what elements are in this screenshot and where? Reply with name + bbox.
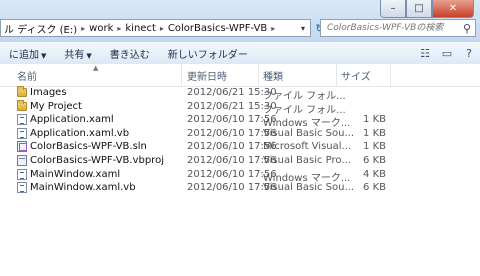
- file-row[interactable]: My Project 2012/06/21 15:30 ファイル フォル...: [0, 99, 480, 116]
- file-name: ColorBasics-WPF-VB.vbproj: [30, 154, 164, 166]
- folder-icon: [17, 99, 27, 111]
- column-divider[interactable]: [258, 64, 259, 86]
- command-bar: に追加 ▼ 共有 ▼ 書き込む 新しいフォルダー ☷ ▭ ?: [0, 42, 480, 65]
- column-divider[interactable]: [336, 64, 337, 86]
- share-label: 共有: [64, 49, 85, 61]
- file-row[interactable]: MainWindow.xaml 2012/06/10 17:56 Windows マ…: [0, 168, 480, 184]
- file-size: 4 KB: [363, 168, 386, 180]
- file-size: 1 KB: [363, 141, 386, 153]
- breadcrumb: ル ディスク (E:) ▸ work ▸ kinect ▸ ColorBasic…: [1, 21, 296, 36]
- view-controls: ☷ ▭ ?: [414, 42, 480, 64]
- add-to-library-button[interactable]: に追加 ▼: [0, 46, 55, 61]
- column-date[interactable]: 更新日時: [187, 68, 227, 83]
- breadcrumb-drive[interactable]: ル ディスク (E:): [1, 21, 80, 36]
- chevron-down-icon: ▼: [86, 51, 92, 60]
- document-icon: [17, 127, 27, 139]
- share-button[interactable]: 共有 ▼: [55, 46, 100, 61]
- file-size: 6 KB: [363, 154, 386, 166]
- document-icon: [17, 182, 27, 194]
- breadcrumb-work[interactable]: work: [86, 23, 116, 34]
- column-name[interactable]: 名前: [17, 68, 37, 83]
- column-divider[interactable]: [181, 64, 182, 86]
- add-to-library-label: に追加: [9, 49, 39, 61]
- file-type: Visual Basic Pro...: [263, 154, 351, 166]
- file-size: 1 KB: [363, 127, 386, 139]
- column-size[interactable]: サイズ: [341, 68, 371, 83]
- address-history-dropdown-icon[interactable]: ▾: [296, 24, 310, 33]
- search-input[interactable]: [321, 22, 459, 34]
- search-icon[interactable]: ⚲: [459, 22, 475, 35]
- file-size: 6 KB: [363, 182, 386, 194]
- file-name: Images: [30, 87, 67, 98]
- address-bar[interactable]: ル ディスク (E:) ▸ work ▸ kinect ▸ ColorBasic…: [0, 19, 311, 37]
- file-name: Application.xaml.vb: [30, 127, 130, 139]
- burn-button[interactable]: 書き込む: [101, 46, 159, 61]
- file-type: Microsoft Visual...: [263, 141, 352, 153]
- document-icon: [17, 114, 27, 126]
- chevron-right-icon[interactable]: ▸: [270, 24, 276, 33]
- window-controls: – □ ✕: [380, 0, 474, 18]
- file-name: My Project: [30, 100, 82, 112]
- file-row[interactable]: ColorBasics-WPF-VB.vbproj 2012/06/10 17:5…: [0, 154, 480, 168]
- file-name: MainWindow.xaml.vb: [30, 182, 136, 194]
- preview-pane-icon[interactable]: ▭: [436, 47, 458, 60]
- maximize-button[interactable]: □: [406, 0, 432, 18]
- breadcrumb-colorbasics[interactable]: ColorBasics-WPF-VB: [165, 23, 270, 34]
- search-box: ⚲: [320, 19, 476, 37]
- file-row[interactable]: ColorBasics-WPF-VB.sln 2012/06/10 17:56 Mi…: [0, 140, 480, 154]
- sort-ascending-icon: ▲: [93, 64, 99, 72]
- solution-file-icon: [17, 141, 27, 153]
- minimize-button[interactable]: –: [380, 0, 406, 18]
- close-button[interactable]: ✕: [432, 0, 474, 18]
- document-icon: [17, 168, 27, 180]
- help-icon[interactable]: ?: [458, 47, 480, 60]
- chevron-down-icon: ▼: [41, 51, 47, 60]
- file-row[interactable]: Images 2012/06/21 15:30 ファイル フォル...: [0, 86, 480, 102]
- column-divider[interactable]: [390, 64, 391, 86]
- file-list: Images 2012/06/21 15:30 ファイル フォル... My Proj…: [0, 86, 480, 195]
- file-name: ColorBasics-WPF-VB.sln: [30, 141, 147, 153]
- view-options-icon[interactable]: ☷: [414, 47, 436, 60]
- folder-icon: [17, 86, 27, 97]
- file-name: MainWindow.xaml: [30, 168, 121, 180]
- file-row[interactable]: Application.xaml 2012/06/10 17:56 Windows …: [0, 113, 480, 129]
- breadcrumb-kinect[interactable]: kinect: [122, 23, 158, 34]
- file-size: 1 KB: [363, 114, 386, 126]
- project-file-icon: [17, 154, 27, 166]
- file-name: Application.xaml: [30, 114, 114, 126]
- new-folder-button[interactable]: 新しいフォルダー: [159, 46, 257, 61]
- file-row[interactable]: MainWindow.xaml.vb 2012/06/10 17:56 Visual…: [0, 181, 480, 195]
- column-header: ▲ 名前 更新日時 種類 サイズ: [0, 64, 480, 87]
- column-type[interactable]: 種類: [263, 68, 283, 83]
- file-row[interactable]: Application.xaml.vb 2012/06/10 17:56 Visua…: [0, 127, 480, 141]
